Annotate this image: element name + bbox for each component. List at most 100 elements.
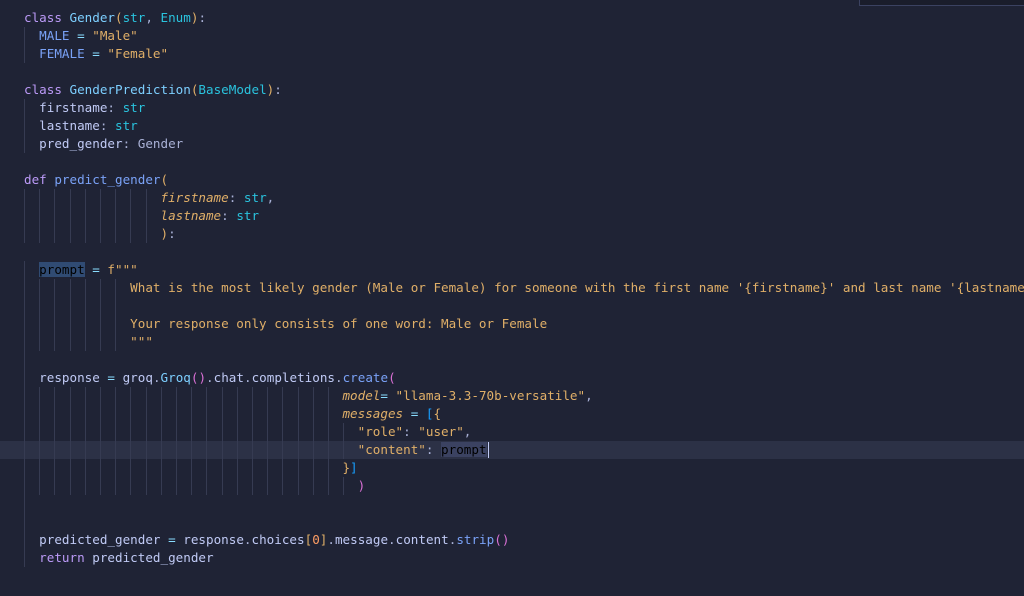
code-token: , [585, 388, 593, 403]
code-token: ( [115, 10, 123, 25]
code-text: "role": "user", [24, 423, 472, 441]
indent-guide [115, 297, 117, 315]
code-line[interactable] [0, 351, 1024, 369]
code-line[interactable]: model= "llama-3.3-70b-versatile", [0, 387, 1024, 405]
code-token: content [395, 532, 449, 547]
code-line[interactable]: """ [0, 333, 1024, 351]
text-cursor [487, 442, 489, 458]
code-token: """ [130, 334, 153, 349]
code-line[interactable]: MALE = "Male" [0, 27, 1024, 45]
code-line[interactable]: firstname: str, [0, 189, 1024, 207]
code-line[interactable]: response = groq.Groq().chat.completions.… [0, 369, 1024, 387]
code-token: "role" [357, 424, 404, 439]
code-line[interactable]: return predicted_gender [0, 549, 1024, 567]
code-line[interactable]: prompt = f""" [0, 261, 1024, 279]
code-text: model= "llama-3.3-70b-versatile", [24, 387, 593, 405]
code-text: FEMALE = "Female" [24, 45, 168, 63]
code-text: predicted_gender = response.choices[0].m… [24, 531, 509, 549]
code-editor[interactable]: class Gender(str, Enum): MALE = "Male" F… [0, 0, 1024, 596]
code-token: FEMALE [39, 46, 85, 61]
code-token: prompt [39, 262, 85, 277]
code-token: , [145, 10, 161, 25]
indent-guide [24, 297, 25, 315]
code-line[interactable]: "content": prompt [0, 441, 1024, 459]
code-token: class [24, 82, 70, 97]
code-token: = [84, 46, 108, 61]
code-token: : [198, 10, 207, 25]
code-line[interactable]: ): [0, 225, 1024, 243]
code-token: model [342, 388, 381, 403]
find-widget-edge[interactable] [859, 0, 1024, 6]
code-line[interactable]: FEMALE = "Female" [0, 45, 1024, 63]
code-token: ( [160, 172, 169, 187]
code-token: , [266, 190, 275, 205]
code-token: BaseModel [198, 82, 267, 97]
code-token: : [168, 226, 176, 241]
code-text: class Gender(str, Enum): [24, 9, 206, 27]
code-text: What is the most likely gender (Male or … [24, 279, 1024, 297]
code-token: ) [357, 478, 366, 493]
code-token: . [243, 532, 252, 547]
code-token: str [243, 190, 267, 205]
code-line[interactable]: predicted_gender = response.choices[0].m… [0, 531, 1024, 549]
code-line[interactable]: "role": "user", [0, 423, 1024, 441]
code-line[interactable] [0, 153, 1024, 171]
code-line[interactable]: class GenderPrediction(BaseModel): [0, 81, 1024, 99]
code-token: groq [122, 370, 153, 385]
code-token: () [190, 370, 207, 385]
code-line[interactable]: def predict_gender( [0, 171, 1024, 189]
indent-guide [100, 297, 101, 315]
code-token: = [403, 406, 426, 421]
code-line[interactable]: class Gender(str, Enum): [0, 9, 1024, 27]
code-text: MALE = "Male" [24, 27, 138, 45]
code-line[interactable] [0, 243, 1024, 261]
code-token: firstname [39, 100, 108, 115]
code-token: str [115, 118, 138, 133]
code-text: class GenderPrediction(BaseModel): [24, 81, 282, 99]
code-token: "Female" [107, 46, 169, 61]
code-token: create [342, 370, 389, 385]
code-line[interactable]: Your response only consists of one word:… [0, 315, 1024, 333]
code-line[interactable] [0, 513, 1024, 531]
code-token: : [122, 136, 138, 151]
code-line[interactable]: }] [0, 459, 1024, 477]
code-token: . [206, 370, 214, 385]
code-line[interactable]: What is the most likely gender (Male or … [0, 279, 1024, 297]
code-token: Your response only consists of one word:… [130, 316, 548, 331]
indent-guide [84, 297, 86, 315]
code-text: firstname: str, [24, 189, 274, 207]
code-line[interactable]: messages = [{ [0, 405, 1024, 423]
code-token: : [274, 82, 282, 97]
code-token: : [425, 442, 442, 457]
code-line[interactable]: lastname: str [0, 207, 1024, 225]
code-line[interactable]: ) [0, 477, 1024, 495]
code-line[interactable]: firstname: str [0, 99, 1024, 117]
status-bar-edge [0, 590, 1024, 596]
code-line[interactable]: pred_gender: Gender [0, 135, 1024, 153]
code-text: messages = [{ [24, 405, 441, 423]
code-line[interactable]: lastname: str [0, 117, 1024, 135]
code-line[interactable] [0, 495, 1024, 513]
code-text: lastname: str [24, 117, 138, 135]
code-token: = [160, 532, 184, 547]
indent-guide [24, 351, 25, 369]
code-token: prompt [441, 442, 487, 457]
indent-guide [54, 297, 56, 315]
code-token: "Male" [92, 28, 138, 43]
code-token: lastname [160, 208, 222, 223]
code-token: ) [160, 226, 169, 241]
code-line[interactable] [0, 63, 1024, 81]
code-token: . [334, 370, 343, 385]
code-token: = [99, 370, 123, 385]
code-line[interactable] [0, 297, 1024, 315]
